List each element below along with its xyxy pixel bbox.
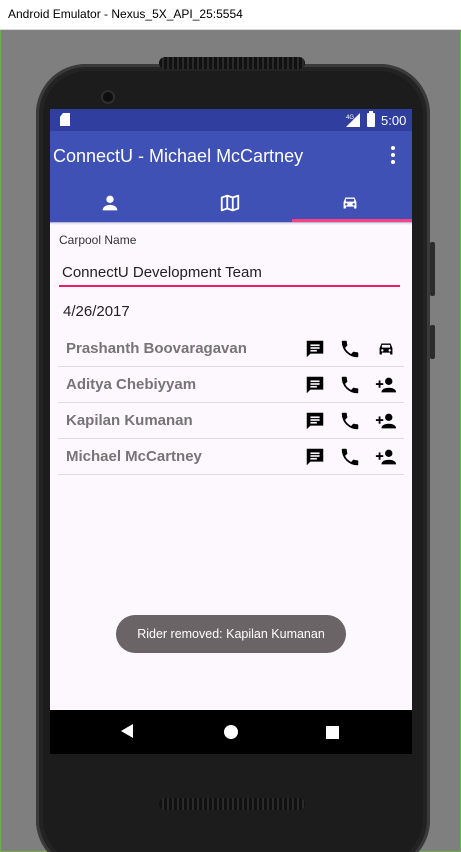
tab-bar [50, 183, 412, 223]
message-icon[interactable] [303, 445, 327, 469]
rider-name: Aditya Chebiyyam [66, 376, 197, 393]
app-title: ConnectU - Michael McCartney [53, 146, 304, 166]
car-icon [343, 197, 357, 209]
carpool-name-input[interactable] [59, 259, 400, 287]
front-camera [103, 92, 113, 102]
top-speaker [159, 57, 305, 69]
add-person-icon[interactable] [374, 373, 398, 397]
battery-icon [367, 111, 375, 127]
volume-button [430, 242, 435, 296]
rider-list: Prashanth Boovaragavan Aditya Chebiyyam [58, 331, 404, 475]
tab-profile[interactable] [50, 183, 170, 223]
phone-icon[interactable] [338, 409, 362, 433]
car-icon[interactable] [374, 337, 398, 361]
sd-card-icon [60, 113, 70, 126]
device-screen: 4G 5:00 ConnectU - Michael McCartney Car… [50, 109, 412, 754]
add-person-icon[interactable] [374, 409, 398, 433]
rider-name: Michael McCartney [66, 448, 202, 465]
app-bar: ConnectU - Michael McCartney [50, 131, 412, 183]
list-item: Aditya Chebiyyam [58, 367, 404, 403]
recents-icon[interactable] [326, 726, 339, 739]
phone-icon[interactable] [338, 373, 362, 397]
person-icon [102, 195, 118, 211]
more-vert-icon[interactable] [388, 146, 398, 168]
network-type: 4G [346, 115, 354, 121]
list-item: Prashanth Boovaragavan [58, 331, 404, 367]
window-title: Android Emulator - Nexus_5X_API_25:5554 [8, 7, 243, 21]
window-title-bar: Android Emulator - Nexus_5X_API_25:5554 [0, 0, 461, 30]
rider-name: Kapilan Kumanan [66, 412, 193, 429]
signal-icon: 4G [346, 113, 360, 127]
navigation-bar [50, 710, 412, 754]
toast-message: Rider removed: Kapilan Kumanan [116, 615, 346, 653]
back-icon[interactable] [121, 724, 133, 738]
carpool-date: 4/26/2017 [63, 303, 130, 320]
bottom-speaker [159, 798, 305, 810]
phone-icon[interactable] [338, 337, 362, 361]
home-icon[interactable] [224, 725, 238, 739]
list-item: Kapilan Kumanan [58, 403, 404, 439]
rider-name: Prashanth Boovaragavan [66, 340, 247, 357]
map-icon [220, 194, 240, 212]
status-time: 5:00 [381, 113, 407, 128]
add-person-icon[interactable] [374, 445, 398, 469]
list-item: Michael McCartney [58, 439, 404, 475]
status-bar: 4G 5:00 [50, 109, 412, 131]
power-button [430, 325, 435, 359]
message-icon[interactable] [303, 409, 327, 433]
message-icon[interactable] [303, 337, 327, 361]
phone-icon[interactable] [338, 445, 362, 469]
tab-carpool[interactable] [290, 183, 410, 223]
carpool-name-label: Carpool Name [59, 233, 137, 247]
tab-map[interactable] [170, 183, 290, 223]
message-icon[interactable] [303, 373, 327, 397]
